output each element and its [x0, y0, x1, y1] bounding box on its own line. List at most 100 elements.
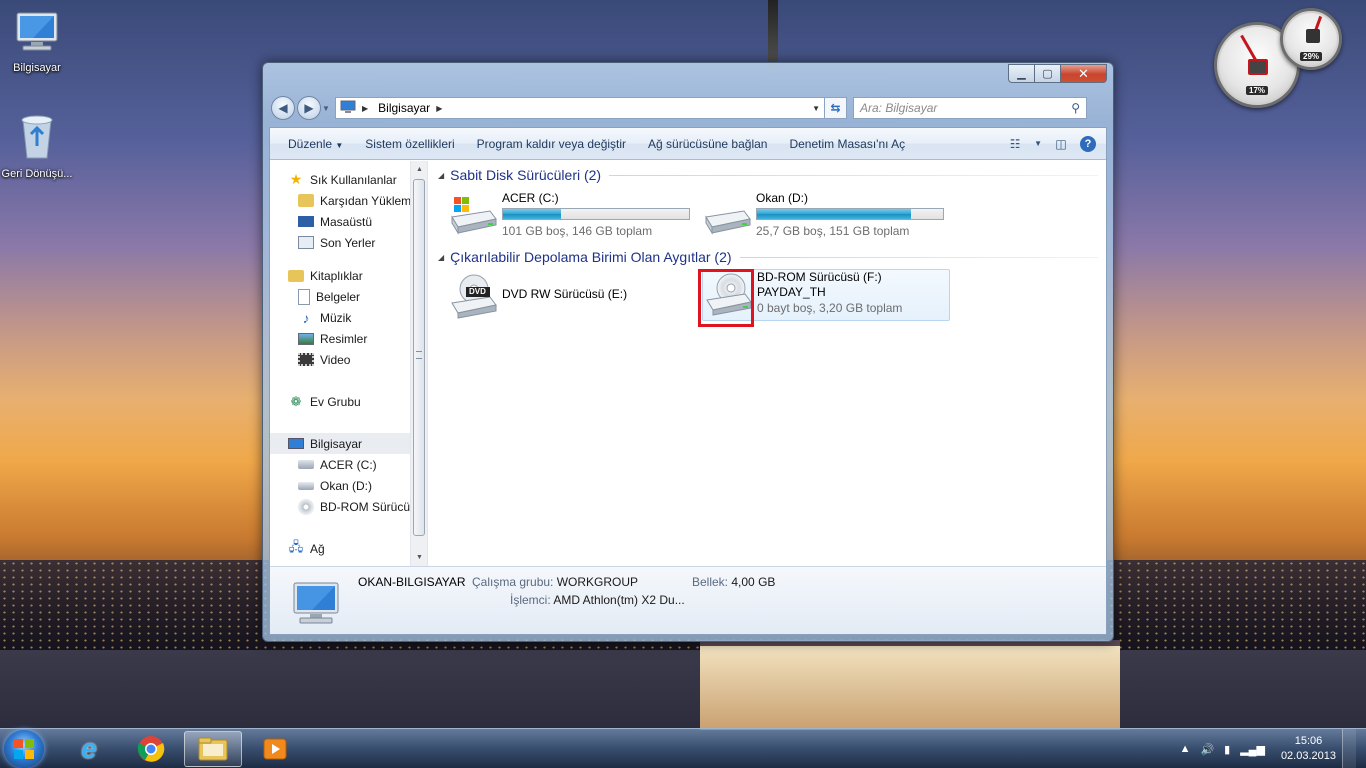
open-control-panel-button[interactable]: Denetim Masası'nı Aç — [781, 137, 919, 151]
group-header-removable[interactable]: ◢ Çıkarılabilir Depolama Birimi Olan Ayg… — [438, 249, 1098, 265]
memory-value: 4,00 GB — [731, 575, 776, 589]
window-caption-buttons: ▁ ▢ ✕ — [1008, 64, 1107, 83]
show-desktop-button[interactable] — [1342, 729, 1356, 768]
details-pane: OKAN-BILGISAYAR Çalışma grubu: WORKGROUP… — [270, 566, 1106, 634]
recent-pages-dropdown[interactable]: ▼ — [321, 104, 331, 113]
drive-name: ACER (C:) — [502, 191, 559, 205]
nav-drive-c[interactable]: ACER (C:) — [270, 454, 427, 475]
search-input[interactable]: Ara: Bilgisayar ⚲ — [853, 97, 1087, 119]
forward-button[interactable]: ▶ — [297, 96, 321, 120]
nav-libraries[interactable]: Kitaplıklar — [270, 265, 427, 286]
scroll-down-icon[interactable]: ▼ — [411, 549, 427, 566]
address-row: ◀ ▶ ▼ ▶ Bilgisayar ▶ ▼ ⇆ Ara: Bilgisayar… — [271, 95, 1105, 121]
desktop-icon-recycle-bin[interactable]: Geri Dönüşü... — [0, 112, 74, 181]
view-dropdown-icon[interactable]: ▼ — [1034, 139, 1042, 148]
nav-label: Kitaplıklar — [310, 268, 363, 283]
nav-downloads[interactable]: Karşıdan Yüklem — [270, 190, 427, 211]
nav-drive-f[interactable]: BD-ROM Sürücüsü — [270, 496, 427, 517]
computer-icon — [288, 438, 304, 449]
breadcrumb-computer[interactable]: Bilgisayar — [378, 101, 430, 115]
back-arrow-icon: ◀ — [278, 101, 288, 115]
breadcrumb-chevron-icon[interactable]: ▶ — [362, 104, 368, 113]
workgroup-value: WORKGROUP — [556, 575, 639, 589]
nav-drive-d[interactable]: Okan (D:) — [270, 475, 427, 496]
address-bar[interactable]: ▶ Bilgisayar ▶ ▼ — [335, 97, 825, 119]
cpu-value: AMD Athlon(tm) X2 Du... — [553, 593, 685, 607]
drive-info: Okan (D:) 25,7 GB boş, 151 GB toplam — [756, 191, 944, 239]
nav-recent-places[interactable]: Son Yerler — [270, 232, 427, 253]
maximize-button[interactable]: ▢ — [1035, 64, 1061, 83]
power-icon[interactable]: ▮ — [1224, 743, 1230, 756]
clock[interactable]: 15:06 02.03.2013 — [1281, 734, 1336, 764]
drive-info: DVD RW Sürücüsü (E:) — [502, 273, 627, 302]
collapse-arrow-icon[interactable]: ◢ — [438, 171, 444, 180]
nav-label: Video — [320, 352, 351, 367]
nav-label: Okan (D:) — [320, 478, 373, 493]
navigation-pane: ★ Sık Kullanılanlar Karşıdan Yüklem Masaü… — [270, 161, 428, 566]
nav-computer[interactable]: Bilgisayar — [270, 433, 427, 454]
group-divider — [609, 174, 1098, 176]
organize-button[interactable]: Düzenle ▼ — [280, 137, 357, 151]
start-button[interactable] — [4, 730, 44, 768]
drive-c[interactable]: ACER (C:) 101 GB boş, 146 GB toplam — [448, 191, 696, 243]
workgroup-field: Çalışma grubu: WORKGROUP — [472, 575, 638, 589]
view-options-icon[interactable]: ☷ — [1006, 136, 1024, 152]
scroll-up-icon[interactable]: ▲ — [411, 161, 427, 178]
drive-e[interactable]: DVD DVD RW Sürücüsü (E:) — [448, 273, 696, 325]
nav-label: Masaüstü — [320, 214, 373, 229]
desktop-icon-label: Bilgisayar — [13, 62, 61, 74]
group-title: Çıkarılabilir Depolama Birimi Olan Aygıt… — [450, 249, 732, 265]
cpu-meter-gadget[interactable]: 17% 29% — [1214, 8, 1344, 108]
documents-icon — [298, 288, 310, 305]
nav-pictures[interactable]: Resimler — [270, 328, 427, 349]
uninstall-program-button[interactable]: Program kaldır veya değiştir — [469, 137, 640, 151]
ram-dial: 29% — [1280, 8, 1342, 70]
dvd-badge: DVD — [469, 287, 486, 296]
nav-label: Resimler — [320, 331, 368, 346]
address-dropdown-icon[interactable]: ▼ — [812, 104, 820, 113]
refresh-icon: ⇆ — [830, 101, 841, 115]
show-hidden-icons-icon[interactable]: ▲ — [1180, 743, 1191, 755]
preview-pane-icon[interactable]: ◫ — [1052, 136, 1070, 152]
nav-label: Son Yerler — [320, 235, 376, 250]
windows-logo-icon — [14, 739, 34, 759]
memory-field: Bellek: 4,00 GB — [692, 575, 775, 589]
help-icon[interactable]: ? — [1080, 135, 1096, 152]
nav-documents[interactable]: Belgeler — [270, 286, 427, 307]
breadcrumb-chevron-icon[interactable]: ▶ — [436, 104, 442, 113]
desktop-icon-label: Geri Dönüşü... — [1, 168, 73, 180]
nav-label: Ağ — [310, 541, 325, 556]
taskbar-chrome[interactable] — [122, 731, 180, 767]
nav-network[interactable]: 🖧 Ağ — [270, 538, 427, 559]
ram-chip-icon — [1306, 29, 1320, 43]
nav-video[interactable]: Video — [270, 349, 427, 370]
refresh-button[interactable]: ⇆ — [825, 97, 847, 119]
network-signal-icon[interactable]: ▂▄▆ — [1240, 743, 1265, 756]
close-button[interactable]: ✕ — [1061, 64, 1107, 83]
nav-homegroup[interactable]: ❁ Ev Grubu — [270, 391, 427, 412]
drive-d[interactable]: Okan (D:) 25,7 GB boş, 151 GB toplam — [702, 191, 950, 243]
nav-scrollbar[interactable]: ▲ ▼ — [410, 161, 427, 566]
volume-icon[interactable]: 🔊 — [1200, 743, 1214, 756]
nav-desktop[interactable]: Masaüstü — [270, 211, 427, 232]
group-header-hard-disks[interactable]: ◢ Sabit Disk Sürücüleri (2) — [438, 167, 1098, 183]
map-network-drive-button[interactable]: Ağ sürücüsüne bağlan — [640, 137, 781, 151]
system-properties-button[interactable]: Sistem özellikleri — [357, 137, 468, 151]
media-player-icon — [263, 738, 287, 760]
computer-small-icon — [340, 100, 356, 117]
drive-free-space: 101 GB boş, 146 GB toplam — [502, 224, 653, 238]
cpu-percent: 17% — [1245, 86, 1269, 95]
taskbar-explorer[interactable] — [184, 731, 242, 767]
back-button[interactable]: ◀ — [271, 96, 295, 120]
minimize-button[interactable]: ▁ — [1008, 64, 1035, 83]
taskbar-internet-explorer[interactable]: e — [60, 731, 118, 767]
forward-arrow-icon: ▶ — [304, 101, 314, 115]
nav-favorites[interactable]: ★ Sık Kullanılanlar — [270, 169, 427, 190]
group-divider — [739, 256, 1098, 258]
recycle-bin-icon — [0, 112, 74, 164]
nav-label: Sık Kullanılanlar — [310, 172, 397, 187]
nav-music[interactable]: ♪ Müzik — [270, 307, 427, 328]
taskbar-media-player[interactable] — [246, 731, 304, 767]
collapse-arrow-icon[interactable]: ◢ — [438, 253, 444, 262]
desktop-icon-computer[interactable]: Bilgisayar — [0, 10, 74, 75]
